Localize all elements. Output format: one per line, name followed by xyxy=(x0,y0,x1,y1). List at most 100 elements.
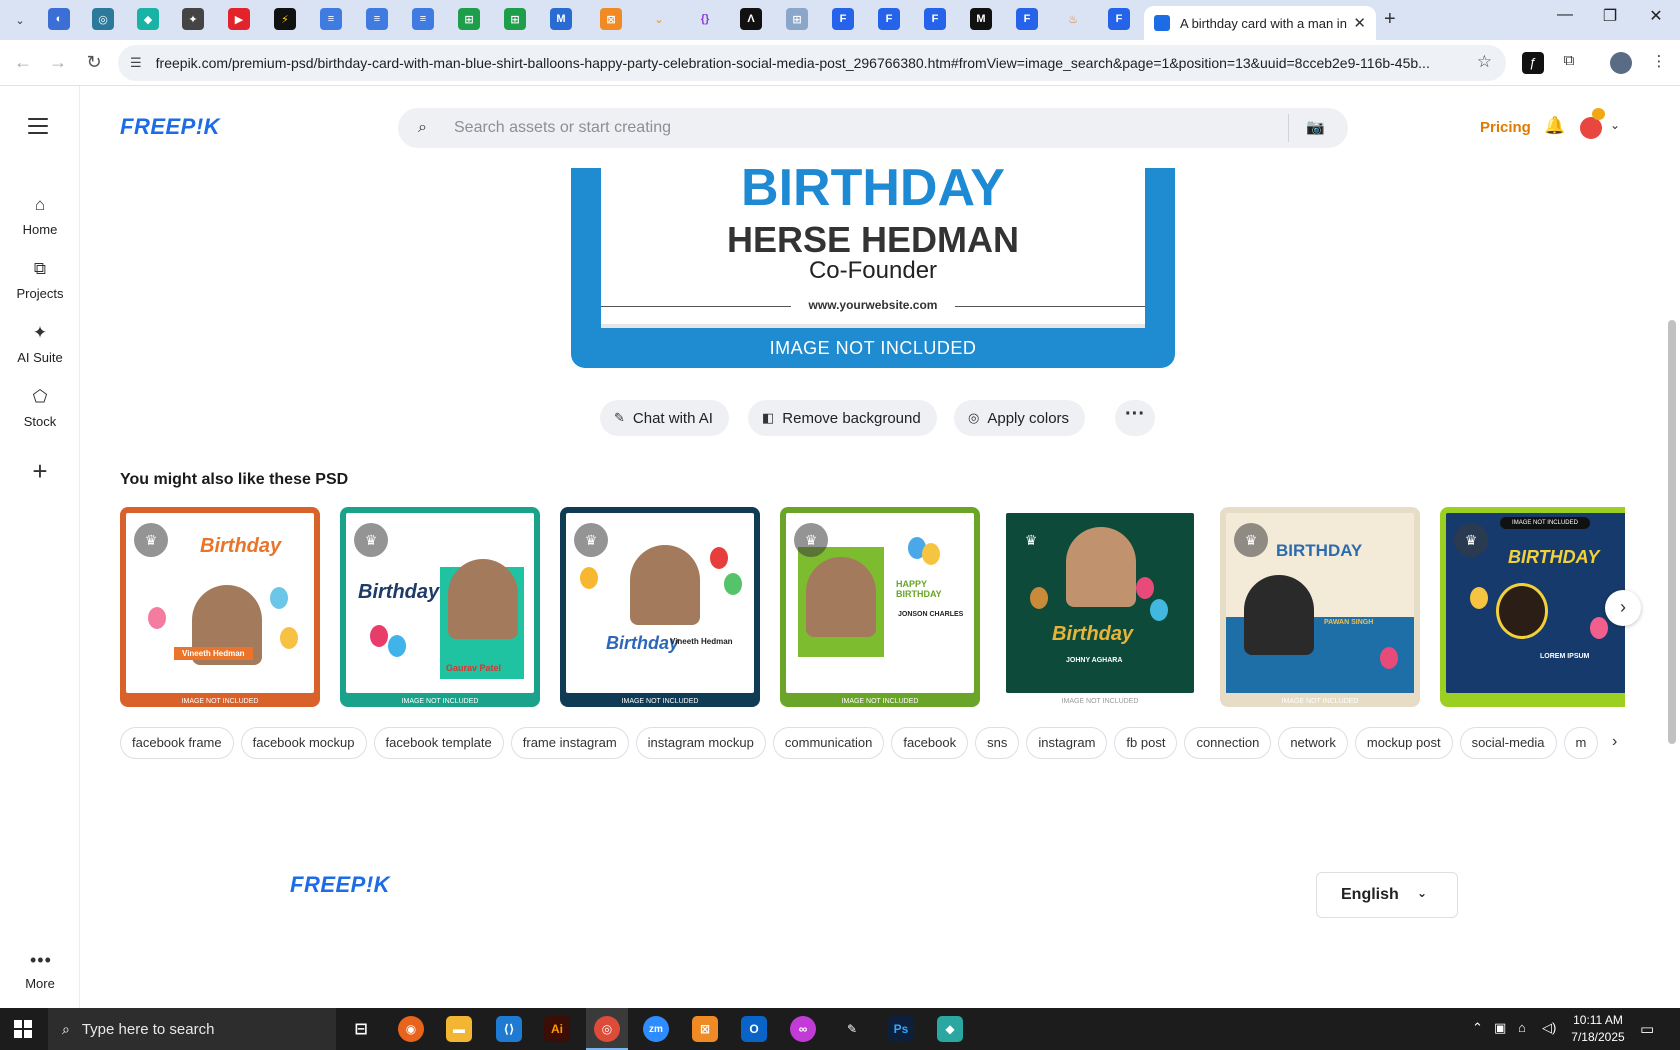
tag-chip[interactable]: instagram mockup xyxy=(635,727,766,759)
tab-favicon[interactable]: ⚡ xyxy=(274,8,296,30)
related-item[interactable]: ♛ Birthday Gaurav Patel IMAGE NOT INCLUD… xyxy=(340,507,540,707)
tab-favicon[interactable]: ≡ xyxy=(366,8,388,30)
pricing-link[interactable]: Pricing xyxy=(1480,119,1531,136)
restore-button[interactable]: ❐ xyxy=(1590,6,1630,26)
tab-favicon[interactable]: M xyxy=(550,8,572,30)
tag-chip[interactable]: network xyxy=(1278,727,1348,759)
remove-background-button[interactable]: ◧ Remove background xyxy=(748,400,937,436)
tag-chip[interactable]: m xyxy=(1563,727,1598,759)
tab-favicon[interactable]: ⌄ xyxy=(648,8,670,30)
sidebar-item-ai-suite[interactable]: ✦ AI Suite xyxy=(0,322,80,365)
app-icon[interactable]: ◆ xyxy=(937,1016,963,1042)
site-info-icon[interactable]: ☰ xyxy=(130,55,142,71)
tab-favicon[interactable]: Λ xyxy=(740,8,762,30)
outlook-icon[interactable]: O xyxy=(741,1016,767,1042)
bookmark-star-icon[interactable]: ☆ xyxy=(1477,52,1492,72)
more-options-button[interactable]: ··· xyxy=(1115,400,1155,436)
back-icon[interactable]: ← xyxy=(12,52,34,73)
tab-favicon[interactable]: F xyxy=(878,8,900,30)
tab-favicon[interactable]: ✦ xyxy=(182,8,204,30)
related-item[interactable]: ♛ IMAGE NOT INCLUDED BIRTHDAY LOREM IPSU… xyxy=(1440,507,1625,707)
task-view-icon[interactable]: ⊟ xyxy=(348,1016,374,1042)
language-select[interactable]: English ⌄ xyxy=(1316,872,1458,918)
chat-with-ai-button[interactable]: ✎ Chat with AI xyxy=(600,400,729,436)
sidebar-item-stock[interactable]: ⬠ Stock xyxy=(0,386,80,429)
photoshop-icon[interactable]: Ps xyxy=(888,1016,914,1042)
tag-chip[interactable]: facebook frame xyxy=(120,727,234,759)
creative-cloud-icon[interactable]: ∞ xyxy=(790,1016,816,1042)
related-item[interactable]: ♛ Birthday Vineeth Hedman IMAGE NOT INCL… xyxy=(560,507,760,707)
illustrator-icon[interactable]: Ai xyxy=(544,1016,570,1042)
tab-favicon[interactable]: ⊞ xyxy=(504,8,526,30)
tag-chip[interactable]: facebook template xyxy=(373,727,504,759)
add-icon[interactable]: + xyxy=(22,454,58,490)
related-item[interactable]: ♛ Birthday Vineeth Hedman IMAGE NOT INCL… xyxy=(120,507,320,707)
tab-favicon[interactable]: ◎ xyxy=(92,8,114,30)
active-tab[interactable]: A birthday card with a man in a blue shi… xyxy=(1144,6,1376,40)
volume-icon[interactable]: ◁) xyxy=(1542,1020,1556,1036)
freepik-logo[interactable]: FREEP!K xyxy=(120,114,220,140)
reload-icon[interactable]: ↻ xyxy=(83,52,105,73)
extension-icon[interactable]: ƒ xyxy=(1522,52,1544,74)
chrome-icon[interactable]: ◎ xyxy=(594,1016,620,1042)
camera-icon[interactable]: 📷 xyxy=(1306,118,1325,136)
related-item[interactable]: ♛ HAPPY BIRTHDAY JONSON CHARLES IMAGE NO… xyxy=(780,507,980,707)
sidebar-more-label[interactable]: More xyxy=(0,976,80,991)
menu-icon[interactable] xyxy=(28,118,48,139)
pen-tool-icon[interactable]: ✎ xyxy=(839,1016,865,1042)
tag-chip[interactable]: frame instagram xyxy=(510,727,629,759)
tray-chevron-icon[interactable]: ⌃ xyxy=(1472,1020,1483,1036)
tab-favicon[interactable]: M xyxy=(970,8,992,30)
extensions-puzzle-icon[interactable]: ⧉ xyxy=(1558,52,1580,74)
tab-favicon[interactable]: ⊞ xyxy=(786,8,808,30)
tab-favicon[interactable]: ≡ xyxy=(412,8,434,30)
tab-favicon[interactable]: F xyxy=(924,8,946,30)
close-tab-icon[interactable]: ✕ xyxy=(1353,14,1366,32)
tag-chip[interactable]: instagram xyxy=(1026,727,1108,759)
window-close-button[interactable]: ✕ xyxy=(1636,6,1676,26)
network-icon[interactable]: ⌂ xyxy=(1518,1020,1526,1035)
tab-favicon[interactable]: ⊞ xyxy=(458,8,480,30)
tab-favicon[interactable]: ♨ xyxy=(1062,8,1084,30)
chevron-down-icon[interactable]: ⌄ xyxy=(1610,118,1620,132)
file-explorer-icon[interactable]: ▬ xyxy=(446,1016,472,1042)
bell-icon[interactable]: 🔔 xyxy=(1544,116,1565,136)
windows-start-icon[interactable] xyxy=(14,1020,32,1038)
new-tab-button[interactable]: + xyxy=(1384,8,1396,30)
tab-favicon[interactable]: F xyxy=(832,8,854,30)
more-icon[interactable]: ••• xyxy=(30,950,52,971)
zoom-icon[interactable]: zm xyxy=(643,1016,669,1042)
url-text[interactable]: freepik.com/premium-psd/birthday-card-wi… xyxy=(156,55,1466,71)
minimize-button[interactable]: — xyxy=(1545,6,1585,24)
tab-favicon[interactable]: ⊠ xyxy=(600,8,622,30)
tag-chip[interactable]: connection xyxy=(1184,727,1272,759)
taskbar-search[interactable]: ⌕ Type here to search xyxy=(48,1008,336,1050)
tag-chip[interactable]: facebook mockup xyxy=(240,727,367,759)
taskbar-clock[interactable]: 10:11 AM 7/18/2025 xyxy=(1566,1012,1630,1046)
user-avatar[interactable] xyxy=(1580,117,1602,139)
apply-colors-button[interactable]: ◎ Apply colors xyxy=(954,400,1086,436)
tab-favicon[interactable]: {} xyxy=(694,8,716,30)
tag-chip[interactable]: mockup post xyxy=(1354,727,1453,759)
tag-chip[interactable]: fb post xyxy=(1114,727,1178,759)
page-scrollbar[interactable] xyxy=(1668,320,1676,744)
tab-search-icon[interactable]: ⌄ xyxy=(8,8,32,32)
forward-icon[interactable]: → xyxy=(47,52,69,73)
tags-next-icon[interactable]: › xyxy=(1612,733,1617,751)
tab-favicon[interactable]: ≡ xyxy=(320,8,342,30)
profile-avatar-icon[interactable] xyxy=(1610,52,1632,74)
related-item[interactable]: ♛ Birthday JOHNY AGHARA IMAGE NOT INCLUD… xyxy=(1000,507,1200,707)
footer-logo[interactable]: FREEP!K xyxy=(290,872,390,898)
tag-chip[interactable]: social-media xyxy=(1459,727,1557,759)
chrome-menu-icon[interactable]: ⋮ xyxy=(1648,52,1670,74)
firefox-icon[interactable]: ◉ xyxy=(398,1016,424,1042)
tab-favicon[interactable]: ◐ xyxy=(48,8,70,30)
search-input[interactable] xyxy=(454,119,1254,137)
tab-favicon[interactable]: F xyxy=(1108,8,1130,30)
tab-favicon[interactable]: ▶ xyxy=(228,8,250,30)
tab-favicon[interactable]: ◆ xyxy=(137,8,159,30)
xampp-icon[interactable]: ⊠ xyxy=(692,1016,718,1042)
notifications-icon[interactable]: ▭ xyxy=(1640,1020,1654,1038)
sidebar-item-home[interactable]: ⌂ Home xyxy=(0,194,80,237)
related-item[interactable]: ♛ BIRTHDAY PAWAN SINGH IMAGE NOT INCLUDE… xyxy=(1220,507,1420,707)
